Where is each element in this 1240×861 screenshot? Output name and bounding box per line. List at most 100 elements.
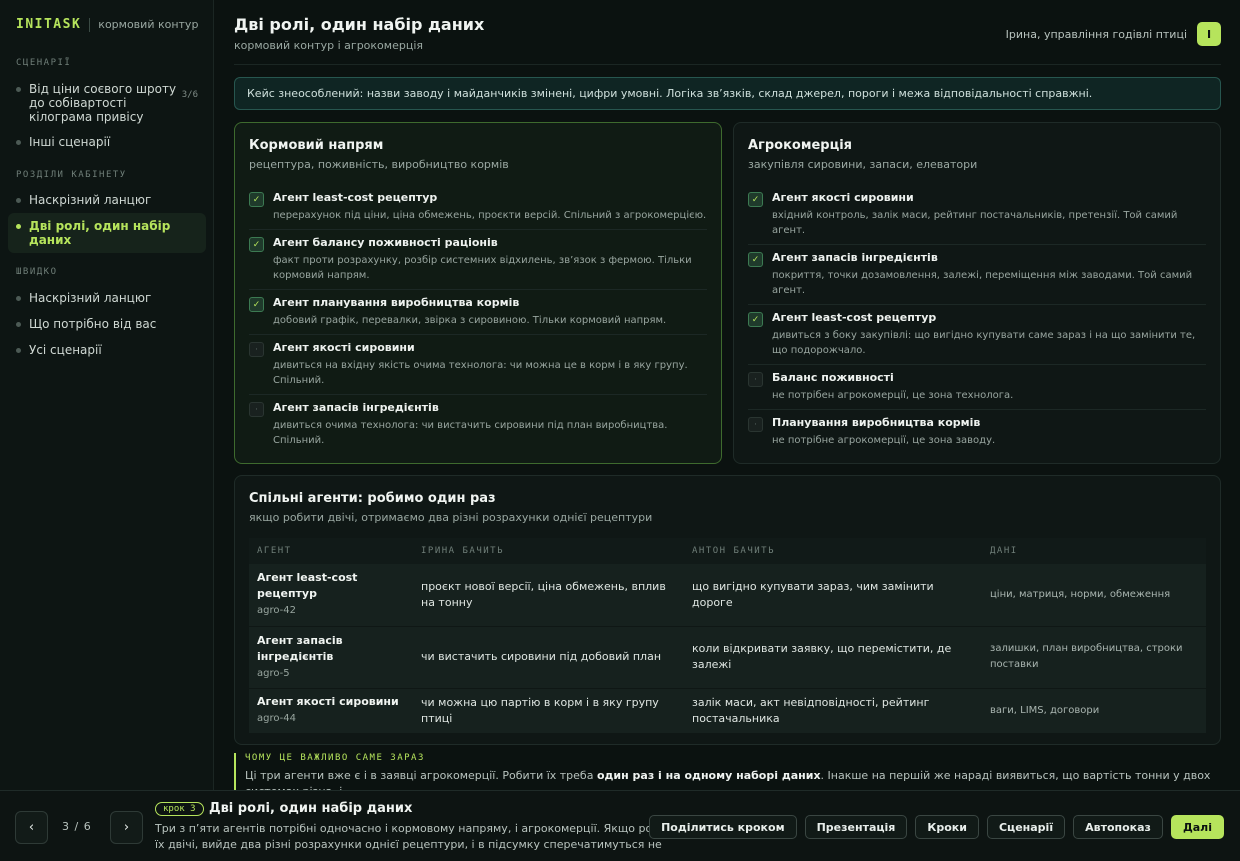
next-step-arrow-button[interactable]: › [110,811,143,844]
notice-text: Кейс знеособлений: назви заводу і майдан… [247,87,1093,100]
sidebar-item-scenario-soy[interactable]: Від ціни соєвого шроту до собівартості к… [8,76,206,130]
callout-text: Ці три агенти вже є і в заявці агрокомер… [245,768,1221,790]
step-title: Дві ролі, один набір даних [209,801,413,816]
column-header-irina: ІРИНА БАЧИТЬ [413,538,684,564]
callout-text-start: Ці три агенти вже є і в заявці агрокомер… [245,769,597,782]
agent-item[interactable]: ✓ Агент якості сировини вхідний контроль… [748,185,1206,245]
sidebar-item-other-scenarios[interactable]: Інші сценарії [8,129,206,155]
page-title: Дві ролі, один набір даних [234,15,485,34]
sidebar-item-end-to-end-chain[interactable]: Наскрізний ланцюг [8,187,206,213]
agent-name: Агент балансу поживності раціонів [273,236,498,249]
agent-item[interactable]: ✓ Агент least-cost рецептур дивиться з б… [748,305,1206,365]
sidebar-item-what-needed[interactable]: Що потрібно від вас [8,311,206,337]
data-cell: ціни, матриця, норми, обмеження [990,588,1171,600]
agent-name: Агент запасів інгредієнтів [273,401,439,414]
agent-name: Агент якості сировини [257,695,399,708]
sidebar-item-label: Наскрізний ланцюг [29,291,152,305]
bullet-icon [16,224,21,229]
agent-cell: Агент least-cost рецептур agro-42 [249,564,413,626]
page-subtitle: кормовий контур і агрокомерція [234,39,423,52]
agent-item[interactable]: · Баланс поживності не потрібен агрокоме… [748,365,1206,410]
table-row[interactable]: Агент якості сировини agro-44 чи можна цю… [249,688,1206,733]
bullet-icon [16,140,21,145]
brand[interactable]: INITASK кормовий контур [16,17,198,32]
bullet-icon [16,87,21,92]
agent-description: факт проти розрахунку, розбір системних … [273,255,692,281]
avatar[interactable]: І [1197,22,1221,46]
column-header-anton: АНТОН БАЧИТЬ [684,538,982,564]
column-header-agent: АГЕНТ [249,538,413,564]
chevron-left-icon: ‹ [28,820,35,835]
prev-step-button[interactable]: ‹ [15,811,48,844]
agent-item[interactable]: · Планування виробництва кормів не потрі… [748,410,1206,454]
step-actions: Поділитись кроком Презентація Кроки Сцен… [641,815,1224,839]
why-now-callout: ЧОМУ ЦЕ ВАЖЛИВО САМЕ ЗАРАЗ Ці три агенти… [234,753,1221,790]
bullet-icon [16,296,21,301]
agent-description: перерахунок під ціни, ціна обмежень, про… [273,210,707,221]
agent-description: дивиться з боку закупівлі: що вигідно ку… [772,330,1196,356]
check-icon: ✓ [748,252,763,267]
panel-subtitle: рецептура, поживність, виробництво кормі… [249,158,509,171]
panel-subtitle: закупівля сировини, запаси, елеватори [748,158,978,171]
anonymization-notice: Кейс знеособлений: назви заводу і майдан… [234,77,1221,110]
check-icon: ✓ [249,192,264,207]
bullet-icon [16,348,21,353]
autoplay-button[interactable]: Автопоказ [1073,815,1163,839]
next-button[interactable]: Далі [1170,815,1224,839]
sidebar-item-label: Усі сценарії [29,343,102,357]
agent-code: agro-44 [257,713,297,724]
table-row[interactable]: Агент запасів інгредієнтів agro-5 чи вист… [249,626,1206,688]
check-icon: ✓ [748,192,763,207]
agent-description: не потрібне агрокомерції, це зона заводу… [772,435,996,446]
step-navigation-bar: ‹ 3 / 6 › крок 3 Дві ролі, один набір да… [0,790,1240,861]
brand-divider [89,17,91,32]
agent-name: Агент якості сировини [273,341,415,354]
bullet-icon [16,322,21,327]
steps-button[interactable]: Кроки [915,815,979,839]
scenario-progress-count: 3/6 [181,90,198,100]
agent-name: Агент least-cost рецептур [273,191,438,204]
sidebar-item-quick-chain[interactable]: Наскрізний ланцюг [8,285,206,311]
agent-name: Агент запасів інгредієнтів [257,633,343,663]
callout-text-emphasis: один раз і на одному наборі даних [596,769,821,782]
check-icon: ✓ [748,312,763,327]
agent-description: добовий графік, перевалки, звірка з сиро… [273,315,667,326]
sidebar-item-all-scenarios[interactable]: Усі сценарії [8,337,206,363]
sidebar-section-quick: ШВИДКО [16,267,58,277]
table-row[interactable]: Агент least-cost рецептур agro-42 проєкт … [249,564,1206,626]
agent-item[interactable]: ✓ Агент least-cost рецептур перерахунок … [249,185,707,230]
agent-item[interactable]: ✓ Агент запасів інгредієнтів покриття, т… [748,245,1206,305]
sidebar-item-label: Інші сценарії [29,135,111,149]
agent-code: agro-42 [257,605,297,617]
user-menu[interactable]: Ірина, управління годівлі птиці І [1006,22,1221,46]
step-pager: 3 / 6 [62,820,92,833]
agent-name: Планування виробництва кормів [772,416,981,429]
share-step-button[interactable]: Поділитись кроком [649,815,797,839]
agent-description: вхідний контроль, залік маси, рейтинг по… [772,210,1178,236]
agrocommerce-panel: Агрокомерція закупівля сировини, запаси,… [733,122,1221,464]
sidebar: INITASK кормовий контур СЦЕНАРІЇ Від цін… [0,0,214,790]
agent-description: дивиться очима технолога: чи вистачить с… [273,420,668,446]
agent-item[interactable]: ✓ Агент планування виробництва кормів до… [249,290,707,335]
agent-item[interactable]: · Агент запасів інгредієнтів дивиться оч… [249,395,707,454]
agent-code: agro-5 [257,667,290,679]
shared-agents-table: АГЕНТ ІРИНА БАЧИТЬ АНТОН БАЧИТЬ ДАНІ Аге… [249,538,1206,734]
scenarios-button[interactable]: Сценарії [986,815,1066,839]
header-divider [234,64,1221,65]
feed-direction-panel: Кормовий напрям рецептура, поживність, в… [234,122,722,464]
sidebar-section-scenarios: СЦЕНАРІЇ [16,58,72,68]
user-name: Ірина, управління годівлі птиці [1005,27,1187,41]
dot-icon: · [249,342,264,357]
data-cell: залишки, план виробництва, строки постав… [990,643,1183,670]
sidebar-item-label: Наскрізний ланцюг [29,193,152,207]
presentation-button[interactable]: Презентація [804,815,908,839]
panel-title: Кормовий напрям [249,138,384,153]
anton-cell: що вигідно купувати зараз, чим замінити … [692,579,934,609]
bullet-icon [16,198,21,203]
agent-name: Агент запасів інгредієнтів [772,251,938,264]
sidebar-item-two-roles[interactable]: Дві ролі, один набір даних [8,213,206,253]
agent-item[interactable]: ✓ Агент балансу поживності раціонів факт… [249,230,707,290]
step-badge: крок 3 [155,802,204,816]
agent-item[interactable]: · Агент якості сировини дивиться на вхід… [249,335,707,395]
sidebar-item-label: Від ціни соєвого шроту до собівартості к… [29,82,177,124]
